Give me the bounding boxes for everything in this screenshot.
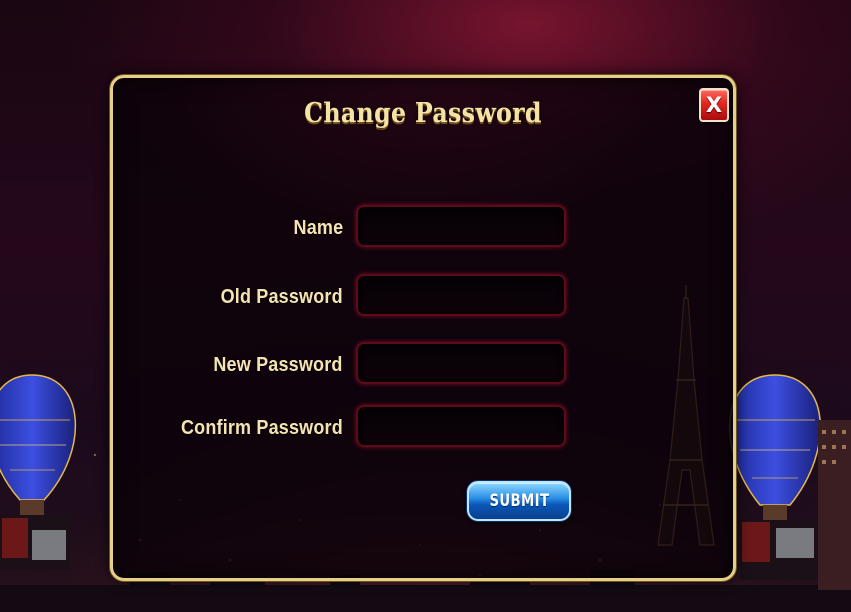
old-password-field[interactable]	[356, 274, 566, 316]
confirm-password-label: Confirm Password	[181, 417, 343, 439]
close-icon: X	[705, 93, 723, 117]
new-password-label: New Password	[213, 354, 343, 376]
name-label: Name	[293, 217, 343, 239]
name-row: Name	[113, 205, 733, 251]
change-password-dialog: Change Password X Name Old Password New …	[110, 75, 736, 581]
close-button[interactable]: X	[699, 88, 729, 122]
dialog-title: Change Password	[304, 98, 542, 129]
hot-air-balloon-icon	[0, 374, 77, 570]
confirm-password-field[interactable]	[356, 405, 566, 447]
submit-label: SUBMIT	[489, 491, 549, 511]
old-password-row: Old Password	[113, 274, 733, 320]
new-password-field[interactable]	[356, 342, 566, 384]
name-field[interactable]	[356, 205, 566, 247]
submit-button[interactable]: SUBMIT	[467, 481, 571, 521]
confirm-password-row: Confirm Password	[113, 405, 733, 451]
new-password-row: New Password	[113, 342, 733, 388]
old-password-label: Old Password	[220, 286, 343, 308]
